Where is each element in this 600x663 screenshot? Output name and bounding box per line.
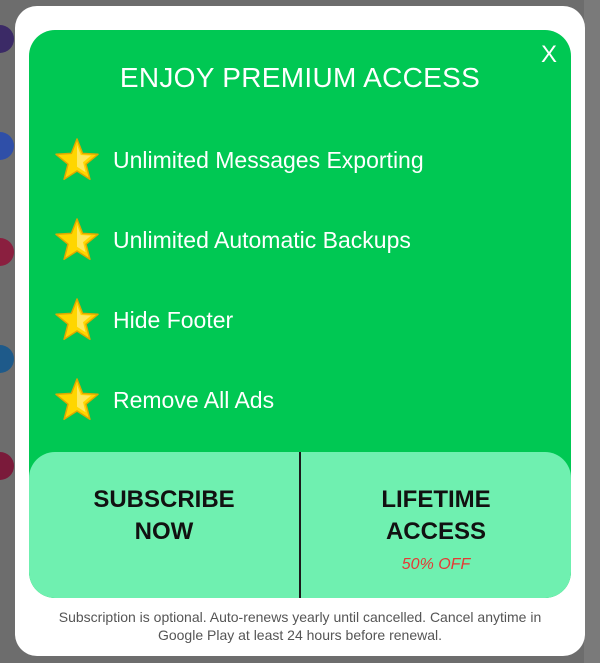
discount-label: 50% OFF (401, 556, 471, 573)
subscribe-now-label: SUBSCRIBE NOW (93, 486, 235, 545)
star-icon (55, 138, 99, 181)
premium-panel: X ENJOY PREMIUM ACCESS Unlimited Message… (29, 30, 571, 598)
feature-item: Unlimited Automatic Backups (53, 200, 424, 280)
feature-item: Unlimited Messages Exporting (53, 120, 424, 200)
background-avatar (0, 452, 14, 480)
premium-dialog: X ENJOY PREMIUM ACCESS Unlimited Message… (15, 6, 585, 656)
feature-label: Hide Footer (113, 306, 234, 333)
star-icon (55, 378, 99, 421)
lifetime-access-button[interactable]: LIFETIME ACCESS 50% OFF (301, 452, 571, 598)
background-avatar (0, 238, 14, 266)
star-icon (55, 218, 99, 261)
feature-label: Unlimited Messages Exporting (113, 146, 424, 173)
lifetime-access-label: LIFETIME ACCESS (381, 486, 491, 545)
purchase-buttons: SUBSCRIBE NOW LIFETIME ACCESS 50% OFF (29, 452, 571, 598)
subscription-disclaimer: Subscription is optional. Auto-renews ye… (58, 609, 542, 643)
feature-label: Remove All Ads (113, 386, 275, 413)
background-avatar (0, 25, 14, 53)
dialog-title: ENJOY PREMIUM ACCESS (119, 62, 481, 93)
feature-item: Remove All Ads (53, 360, 424, 440)
feature-label: Unlimited Automatic Backups (113, 226, 411, 253)
background-avatar (0, 132, 14, 160)
background-avatar (0, 345, 14, 373)
star-icon (55, 298, 99, 341)
feature-item: Hide Footer (53, 280, 424, 360)
subscribe-now-button[interactable]: SUBSCRIBE NOW (29, 452, 299, 598)
feature-list: Unlimited Messages Exporting Unlimited A… (53, 120, 424, 440)
background-edge (584, 0, 600, 663)
